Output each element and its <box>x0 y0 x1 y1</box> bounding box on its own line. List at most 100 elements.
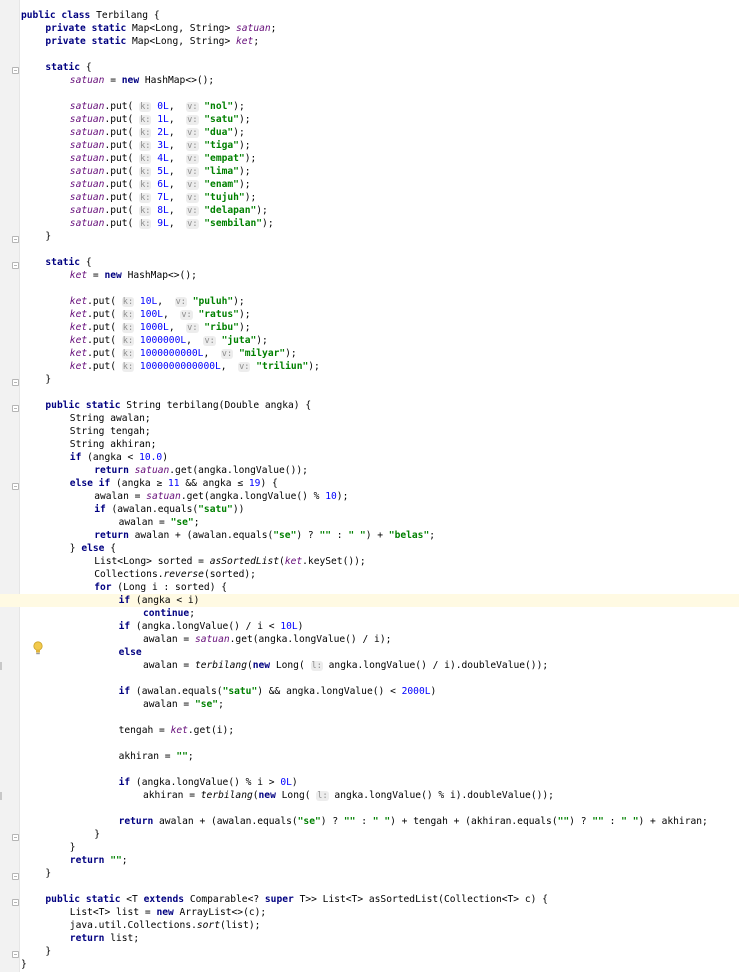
code-line[interactable]: } <box>0 867 739 880</box>
code-line[interactable]: } <box>0 373 739 386</box>
code-line[interactable]: static { <box>0 256 739 269</box>
code-line[interactable]: satuan.put( k: 8L, v: "delapan"); <box>0 204 739 217</box>
code-line[interactable]: awalan = terbilang(new Long( l: angka.lo… <box>0 659 739 672</box>
code-line[interactable]: akhiran = terbilang(new Long( l: angka.l… <box>0 789 739 802</box>
code-token: 100L <box>139 309 164 320</box>
parameter-hint: v: <box>186 167 199 177</box>
code-line[interactable]: if (awalan.equals("satu") && angka.longV… <box>0 685 739 698</box>
code-token: { <box>110 543 117 554</box>
code-token: if <box>118 686 136 697</box>
code-line[interactable]: String akhiran; <box>0 438 739 451</box>
code-line[interactable]: satuan.put( k: 1L, v: "satu"); <box>0 113 739 126</box>
code-line[interactable]: satuan.put( k: 0L, v: "nol"); <box>0 100 739 113</box>
code-token: ; <box>189 608 195 619</box>
code-line[interactable]: return awalan + (awalan.equals("se") ? "… <box>0 529 739 542</box>
code-line[interactable]: awalan = "se"; <box>0 516 739 529</box>
code-line[interactable]: } <box>0 958 739 971</box>
code-line[interactable]: ket.put( k: 1000000000000L, v: "triliun"… <box>0 360 739 373</box>
code-line[interactable]: awalan = "se"; <box>0 698 739 711</box>
code-line[interactable]: else <box>0 646 739 659</box>
code-line[interactable]: } <box>0 230 739 243</box>
code-line[interactable]: satuan.put( k: 4L, v: "empat"); <box>0 152 739 165</box>
code-line[interactable]: satuan.put( k: 3L, v: "tiga"); <box>0 139 739 152</box>
code-line[interactable]: public static <T extends Comparable<? su… <box>0 893 739 906</box>
code-line[interactable]: if (angka < 10.0) <box>0 451 739 464</box>
code-line[interactable]: if (awalan.equals("satu")) <box>0 503 739 516</box>
code-line[interactable]: satuan.put( k: 5L, v: "lima"); <box>0 165 739 178</box>
code-line[interactable]: String tengah; <box>0 425 739 438</box>
code-token: "satu" <box>222 686 258 697</box>
code-line[interactable]: return awalan + (awalan.equals("se") ? "… <box>0 815 739 828</box>
code-line[interactable]: ket = new HashMap<>(); <box>0 269 739 282</box>
code-token: ) + akhiran; <box>638 816 708 827</box>
code-line[interactable]: else if (angka ≥ 11 && angka ≤ 19) { <box>0 477 739 490</box>
code-line-current[interactable]: if (angka < i) <box>0 594 739 607</box>
code-token: 10 <box>325 491 337 502</box>
code-area[interactable]: public class Terbilang {private static M… <box>0 0 739 972</box>
code-token: awalan = <box>143 699 195 710</box>
code-line[interactable]: satuan = new HashMap<>(); <box>0 74 739 87</box>
code-text: satuan.put( k: 5L, v: "lima"); <box>70 165 251 179</box>
code-line[interactable]: if (angka.longValue() / i < 10L) <box>0 620 739 633</box>
code-token: List<Long> sorted = <box>94 556 210 567</box>
code-line[interactable]: ket.put( k: 1000000000L, v: "milyar"); <box>0 347 739 360</box>
code-line[interactable]: public class Terbilang { <box>0 9 739 22</box>
code-token: ket <box>170 725 188 736</box>
code-line[interactable]: ket.put( k: 1000L, v: "ribu"); <box>0 321 739 334</box>
code-line[interactable]: private static Map<Long, String> ket; <box>0 35 739 48</box>
code-token: "satu" <box>198 504 233 515</box>
code-text: Collections.reverse(sorted); <box>94 568 256 581</box>
code-line[interactable]: satuan.put( k: 9L, v: "sembilan"); <box>0 217 739 230</box>
code-line[interactable]: Collections.reverse(sorted); <box>0 568 739 581</box>
code-text: akhiran = ""; <box>119 750 194 763</box>
code-line[interactable]: return ""; <box>0 854 739 867</box>
code-line[interactable]: if (angka.longValue() % i > 0L) <box>0 776 739 789</box>
code-text: if (angka < i) <box>119 594 200 607</box>
code-line[interactable]: continue; <box>0 607 739 620</box>
code-line[interactable]: } else { <box>0 542 739 555</box>
code-line[interactable]: java.util.Collections.sort(list); <box>0 919 739 932</box>
code-line[interactable]: String awalan; <box>0 412 739 425</box>
code-line[interactable]: } <box>0 945 739 958</box>
code-line[interactable]: awalan = satuan.get(angka.longValue() / … <box>0 633 739 646</box>
code-token: "" <box>557 816 570 827</box>
code-token: Map<Long, String> <box>132 23 236 34</box>
code-token: awalan = <box>143 634 195 645</box>
code-line[interactable]: awalan = satuan.get(angka.longValue() % … <box>0 490 739 503</box>
code-token: reverse <box>163 569 204 580</box>
code-line[interactable]: ket.put( k: 10L, v: "puluh"); <box>0 295 739 308</box>
code-line[interactable]: return list; <box>0 932 739 945</box>
code-token: "" <box>176 751 188 762</box>
code-token: 1000L <box>139 322 169 333</box>
code-text: satuan.put( k: 0L, v: "nol"); <box>70 100 245 114</box>
code-line[interactable]: static { <box>0 61 739 74</box>
code-editor[interactable]: public class Terbilang {private static M… <box>0 0 739 972</box>
code-line[interactable]: List<Long> sorted = asSortedList(ket.key… <box>0 555 739 568</box>
code-line[interactable]: akhiran = ""; <box>0 750 739 763</box>
code-token: 1L <box>157 114 169 125</box>
code-line[interactable]: for (Long i : sorted) { <box>0 581 739 594</box>
code-token: 10L <box>139 296 158 307</box>
code-line[interactable]: ket.put( k: 1000000L, v: "juta"); <box>0 334 739 347</box>
code-line[interactable]: satuan.put( k: 2L, v: "dua"); <box>0 126 739 139</box>
code-token: angka.longValue() / i).doubleValue()); <box>322 660 549 671</box>
lightbulb-icon[interactable] <box>33 641 43 655</box>
code-token: ) <box>162 452 168 463</box>
code-token: , <box>163 309 181 320</box>
code-token: )) <box>232 504 245 515</box>
code-line[interactable]: return satuan.get(angka.longValue()); <box>0 464 739 477</box>
code-token: list; <box>110 933 140 944</box>
code-line[interactable]: satuan.put( k: 6L, v: "enam"); <box>0 178 739 191</box>
parameter-hint: k: <box>139 102 152 112</box>
code-line[interactable]: } <box>0 828 739 841</box>
parameter-hint: k: <box>121 349 135 359</box>
code-line[interactable]: satuan.put( k: 7L, v: "tujuh"); <box>0 191 739 204</box>
code-token: } <box>45 374 52 385</box>
code-line[interactable]: ket.put( k: 100L, v: "ratus"); <box>0 308 739 321</box>
code-token: angka.longValue() % i).doubleValue()); <box>328 790 554 801</box>
code-line[interactable]: List<T> list = new ArrayList<>(c); <box>0 906 739 919</box>
code-line[interactable]: tengah = ket.get(i); <box>0 724 739 737</box>
code-line[interactable]: } <box>0 841 739 854</box>
code-line[interactable]: private static Map<Long, String> satuan; <box>0 22 739 35</box>
code-line[interactable]: public static String terbilang(Double an… <box>0 399 739 412</box>
